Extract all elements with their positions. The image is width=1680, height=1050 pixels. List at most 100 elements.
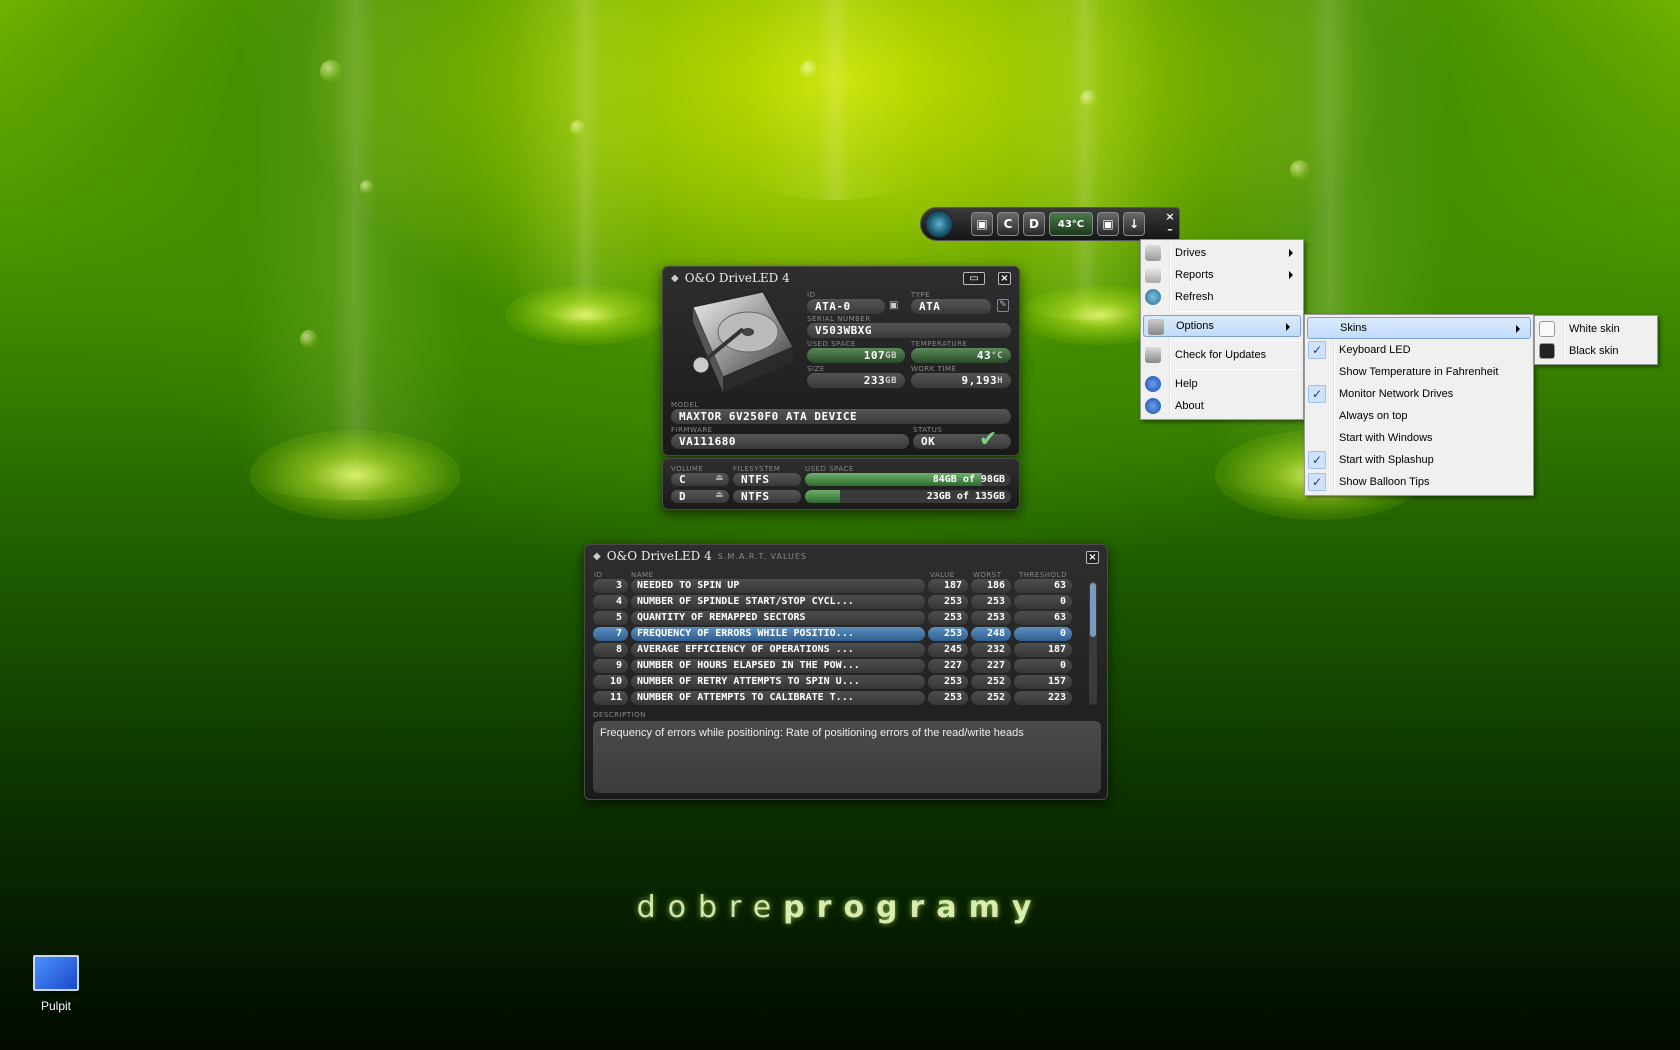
smart-worst-cell: 227 (971, 659, 1011, 673)
smart-worst-cell: 253 (971, 611, 1011, 625)
update-icon (1145, 347, 1161, 363)
smart-threshold-cell: 0 (1014, 659, 1072, 673)
menu-item-white-skin[interactable]: White skin (1535, 318, 1657, 340)
smart-worst-cell: 252 (971, 675, 1011, 689)
submenu-arrow-icon (1289, 271, 1293, 279)
smart-id-header: ID (594, 571, 603, 579)
model-value: MAXTOR 6V250F0 ATA DEVICE (671, 409, 1011, 424)
menu-item-keyboard-led[interactable]: ✓ Keyboard LED (1305, 339, 1533, 361)
smart-threshold-cell: 223 (1014, 691, 1072, 705)
volume-usage-bar: 84GB of 98GB (805, 473, 1011, 486)
desktop-icon-pulpit[interactable]: Pulpit (24, 955, 88, 1013)
smart-table-row[interactable]: 3 NEEDED TO SPIN UP 187 186 63 (593, 579, 1072, 593)
used-space-label: USED SPACE (807, 340, 856, 348)
options-icon (1148, 319, 1164, 335)
menu-item-start-splashup[interactable]: ✓ Start with Splashup (1305, 449, 1533, 471)
volume-row[interactable]: D ⏏ NTFS 23GB of 135GB (671, 490, 1011, 503)
menu-item-help[interactable]: Help (1141, 373, 1303, 395)
menu-item-always-on-top[interactable]: Always on top (1305, 405, 1533, 427)
id-label: ID (807, 291, 816, 299)
smart-threshold-cell: 0 (1014, 595, 1072, 609)
eject-icon[interactable]: ⏏ (715, 490, 724, 500)
drive-d-button[interactable]: D (1023, 212, 1045, 236)
smart-table-row[interactable]: 5 QUANTITY OF REMAPPED SECTORS 253 253 63 (593, 611, 1072, 625)
id-value: ATA-0 (807, 299, 885, 314)
smart-table-row[interactable]: 7 FREQUENCY OF ERRORS WHILE POSITIO... 253… (593, 627, 1072, 641)
volume-filesystem: NTFS (733, 490, 801, 503)
menu-item-balloon-tips[interactable]: ✓ Show Balloon Tips (1305, 471, 1533, 493)
status-ok-check-icon: ✔ (979, 427, 998, 452)
close-icon[interactable]: × (998, 272, 1011, 285)
smart-name-cell: NEEDED TO SPIN UP (631, 579, 925, 593)
close-icon[interactable]: × (1086, 551, 1099, 564)
menu-item-about[interactable]: About (1141, 395, 1303, 417)
minimize-panel-button[interactable]: ▭ (963, 272, 985, 285)
smart-scrollbar-thumb[interactable] (1090, 583, 1096, 637)
temperature-indicator[interactable]: 43°C (1049, 212, 1093, 236)
menu-item-monitor-network[interactable]: ✓ Monitor Network Drives (1305, 383, 1533, 405)
menu-item-check-updates[interactable]: Check for Updates (1141, 344, 1303, 366)
volume-usage-text: 23GB of 135GB (926, 491, 1005, 502)
driveled-toolbar: ▣ C D 43°C ▣ ↓ × – (920, 207, 1180, 241)
info-icon (1145, 398, 1161, 414)
hdd-icon[interactable]: ▣ (971, 212, 993, 236)
smart-worst-cell: 232 (971, 643, 1011, 657)
menu-item-options[interactable]: Options (1143, 315, 1301, 337)
menu-item-start-windows[interactable]: Start with Windows (1305, 427, 1533, 449)
smart-scrollbar[interactable] (1089, 581, 1097, 705)
checkmark-icon: ✓ (1308, 451, 1326, 469)
download-icon[interactable]: ↓ (1123, 212, 1145, 236)
smart-id-cell: 7 (593, 627, 628, 641)
hard-drive-icon (692, 291, 794, 392)
edit-icon[interactable]: ✎ (997, 299, 1009, 312)
volume-usage-text: 84GB of 98GB (932, 474, 1005, 485)
smart-table-row[interactable]: 9 NUMBER OF HOURS ELAPSED IN THE POW... 22… (593, 659, 1072, 673)
smart-worst-cell: 252 (971, 691, 1011, 705)
checkmark-icon: ✓ (1308, 341, 1326, 359)
smart-value-cell: 253 (928, 627, 968, 641)
menu-item-refresh[interactable]: Refresh (1141, 286, 1303, 308)
smart-name-cell: NUMBER OF RETRY ATTEMPTS TO SPIN U... (631, 675, 925, 689)
smart-worst-header: WORST (973, 571, 1002, 579)
drive-c-button[interactable]: C (997, 212, 1019, 236)
volume-usage-bar: 23GB of 135GB (805, 490, 1011, 503)
toolbar-minimize-button[interactable]: – (1164, 223, 1176, 236)
smart-worst-cell: 186 (971, 579, 1011, 593)
smart-table-row[interactable]: 11 NUMBER OF ATTEMPTS TO CALIBRATE T... 25… (593, 691, 1072, 705)
smart-table-row[interactable]: 4 NUMBER OF SPINDLE START/STOP CYCL... 253… (593, 595, 1072, 609)
drive-type-icon: ▣ (889, 300, 899, 311)
eject-icon[interactable]: ⏏ (715, 473, 724, 483)
drive-info-panel: ◆ O&O DriveLED 4 ▭ × ID ATA-0 ▣ TYPE ATA… (662, 266, 1020, 456)
smart-name-cell: NUMBER OF HOURS ELAPSED IN THE POW... (631, 659, 925, 673)
smart-name-cell: NUMBER OF ATTEMPTS TO CALIBRATE T... (631, 691, 925, 705)
menu-item-black-skin[interactable]: Black skin (1535, 340, 1657, 362)
smart-table-row[interactable]: 10 NUMBER OF RETRY ATTEMPTS TO SPIN U... 2… (593, 675, 1072, 689)
smart-threshold-cell: 187 (1014, 643, 1072, 657)
submenu-arrow-icon (1286, 323, 1290, 331)
smart-value-header: VALUE (930, 571, 955, 579)
app-logo-icon[interactable] (925, 210, 953, 238)
options-submenu: Skins ✓ Keyboard LED Show Temperature in … (1304, 314, 1534, 496)
main-context-menu: Drives Reports Refresh Options Check for… (1140, 239, 1304, 420)
smart-threshold-cell: 63 (1014, 579, 1072, 593)
menu-item-reports[interactable]: Reports (1141, 264, 1303, 286)
status-label: STATUS (913, 426, 943, 434)
firmware-value: VA111680 (671, 434, 909, 449)
toolbar-close-button[interactable]: × (1164, 210, 1176, 223)
smart-id-cell: 5 (593, 611, 628, 625)
menu-item-drives[interactable]: Drives (1141, 242, 1303, 264)
smart-table-row[interactable]: 8 AVERAGE EFFICIENCY OF OPERATIONS ... 245… (593, 643, 1072, 657)
menu-item-skins[interactable]: Skins (1307, 317, 1531, 339)
menu-separator (1173, 369, 1301, 370)
menu-item-fahrenheit[interactable]: Show Temperature in Fahrenheit (1305, 361, 1533, 383)
smart-name-header: NAME (631, 571, 654, 579)
smart-value-cell: 227 (928, 659, 968, 673)
smart-worst-cell: 248 (971, 627, 1011, 641)
smart-id-cell: 3 (593, 579, 628, 593)
menu-separator (1173, 340, 1301, 341)
smart-value-cell: 253 (928, 691, 968, 705)
drive-list-icon[interactable]: ▣ (1097, 212, 1119, 236)
monitor-icon (33, 955, 79, 991)
volume-row[interactable]: C ⏏ NTFS 84GB of 98GB (671, 473, 1011, 486)
smart-threshold-cell: 63 (1014, 611, 1072, 625)
